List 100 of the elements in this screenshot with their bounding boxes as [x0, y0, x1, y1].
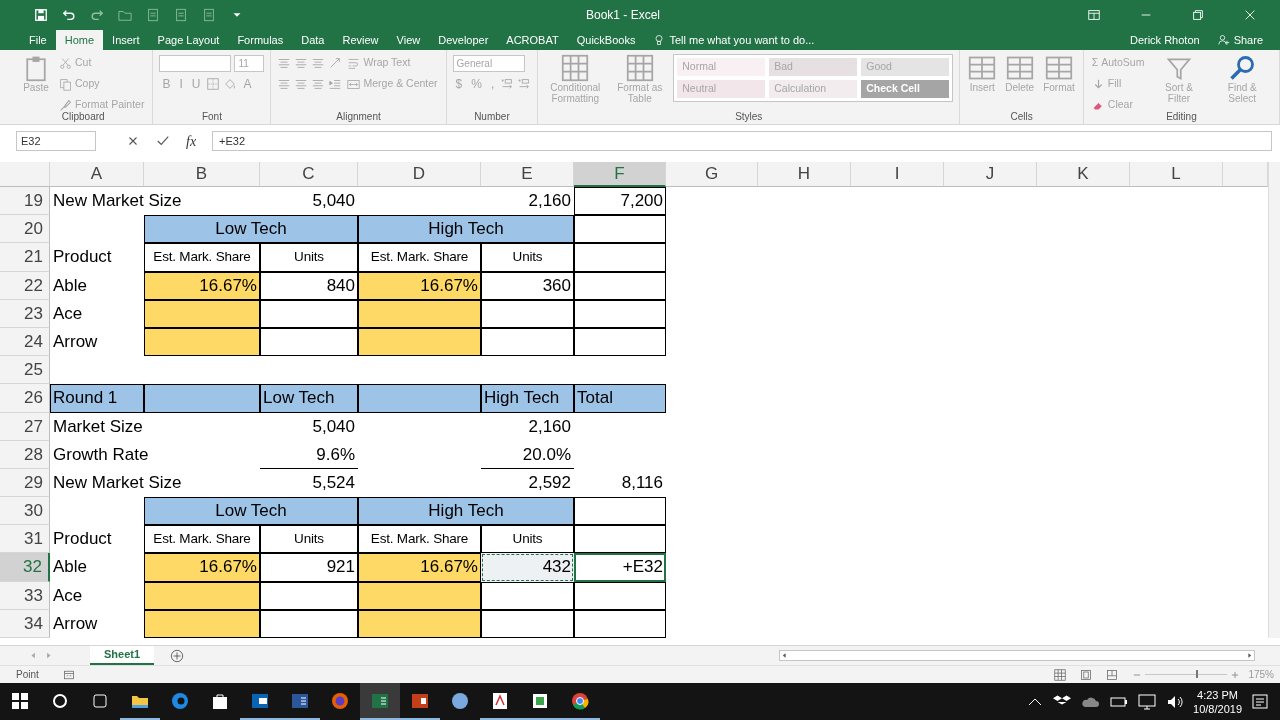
windows-logo-icon[interactable]: [10, 690, 30, 711]
share-button[interactable]: Share: [1208, 30, 1272, 50]
name-box[interactable]: E32: [16, 131, 96, 151]
sheet-cell: Low Tech: [144, 215, 358, 244]
sheet-cell: 840: [260, 271, 358, 300]
sheet-cell: Est. Mark. Share: [358, 525, 481, 554]
horizontal-scrollbar[interactable]: [779, 650, 1256, 661]
column-header[interactable]: K: [1037, 162, 1130, 187]
ribbon-display-icon[interactable]: [1087, 8, 1101, 22]
row-header[interactable]: 25: [0, 356, 50, 385]
row-header[interactable]: 24: [0, 327, 50, 357]
ribbon-tab[interactable]: Review: [333, 30, 388, 50]
check-icon[interactable]: [156, 134, 170, 148]
undo-icon[interactable]: [62, 8, 76, 22]
macro-icon[interactable]: [62, 668, 75, 681]
column-header[interactable]: H: [758, 162, 851, 187]
person-icon: [1217, 34, 1230, 46]
ribbon-tab[interactable]: Home: [55, 30, 104, 50]
sheet-cell: 20.0%: [481, 440, 574, 469]
add-icon[interactable]: [170, 648, 185, 663]
row-header[interactable]: 19: [0, 187, 50, 216]
row-header[interactable]: 32: [0, 553, 50, 582]
page-icon[interactable]: [202, 8, 216, 22]
column-header[interactable]: I: [851, 162, 944, 187]
ribbon-tab[interactable]: Formulas: [228, 30, 293, 50]
restore-icon[interactable]: [1191, 8, 1205, 22]
sheet-cell: Est. Mark. Share: [144, 525, 260, 554]
table-grid-icon: [625, 54, 654, 82]
clock-date: 10/8/2019: [1193, 701, 1242, 716]
column-header[interactable]: C: [260, 162, 358, 187]
clock-time: 4:23 PM: [1196, 687, 1239, 702]
sheet-cell: 16.67%: [358, 553, 481, 582]
row-header[interactable]: 22: [0, 271, 50, 300]
notification-icon[interactable]: [1250, 691, 1270, 712]
column-header[interactable]: D: [358, 162, 481, 187]
function-button[interactable]: fx: [186, 130, 197, 152]
group-label: Cells: [1009, 110, 1034, 123]
monitor-icon[interactable]: [1137, 691, 1158, 712]
row-header[interactable]: 20: [0, 215, 50, 244]
column-header[interactable]: G: [666, 162, 758, 187]
row-header[interactable]: 27: [0, 412, 50, 441]
column-header[interactable]: J: [944, 162, 1037, 187]
sheet-cell-text: 5,040: [311, 415, 356, 438]
ribbon-tab[interactable]: QuickBooks: [567, 30, 645, 50]
save-icon[interactable]: [34, 8, 48, 22]
lightbulb-icon: [653, 34, 666, 46]
page-layout-icon[interactable]: [1080, 668, 1093, 681]
ribbon-tab[interactable]: Insert: [103, 30, 149, 50]
user-name: Derick Rhoton: [1128, 33, 1201, 48]
cells-grid-icon: [1005, 54, 1034, 82]
column-header[interactable]: B: [144, 162, 260, 187]
sheet-cell-text: 2,592: [527, 471, 572, 494]
sheet-cell: 16.67%: [144, 553, 260, 582]
ribbon-tab[interactable]: ACROBAT: [497, 30, 568, 50]
close-icon[interactable]: [1243, 8, 1257, 22]
document-icon: [490, 690, 510, 711]
redo-icon[interactable]: [90, 8, 104, 22]
row-header[interactable]: 33: [0, 581, 50, 610]
tell-me-button[interactable]: Tell me what you want to do...: [644, 30, 824, 50]
sheet-cell: Low Tech: [260, 384, 358, 413]
page-break-icon[interactable]: [1106, 668, 1119, 681]
row-header[interactable]: 29: [0, 468, 50, 498]
column-header[interactable]: E: [481, 162, 574, 187]
ribbon-tab[interactable]: Developer: [429, 30, 498, 50]
group-label: Alignment: [335, 110, 382, 123]
sheet-tab[interactable]: Sheet1: [90, 646, 155, 665]
row-header[interactable]: 26: [0, 384, 50, 413]
page-icon[interactable]: [146, 8, 160, 22]
sheet-cell-text: Ace: [52, 302, 84, 325]
ribbon-tab[interactable]: Data: [292, 30, 334, 50]
column-header[interactable]: A: [50, 162, 144, 187]
sheet-cell-text: Product: [52, 246, 113, 269]
row-header[interactable]: 31: [0, 525, 50, 554]
ribbon-tab[interactable]: File: [20, 30, 56, 50]
page-icon[interactable]: [174, 8, 188, 22]
plus-icon[interactable]: [1230, 669, 1241, 680]
row-header[interactable]: 34: [0, 609, 50, 638]
ribbon-tab[interactable]: View: [387, 30, 430, 50]
sheet-cell: Est. Mark. Share: [358, 243, 481, 272]
formula-field[interactable]: +E32: [212, 131, 1272, 151]
sheet-cell: Low Tech: [144, 497, 358, 526]
vertical-scrollbar[interactable]: [1268, 162, 1280, 638]
sheet-cell: Units: [260, 243, 358, 272]
sheet-cell-text: 2,160: [527, 190, 572, 212]
column-header[interactable]: L: [1130, 162, 1223, 187]
zoom-slider-thumb[interactable]: [1196, 670, 1199, 678]
row-header[interactable]: 30: [0, 497, 50, 526]
row-header[interactable]: 23: [0, 299, 50, 328]
table-grid-icon[interactable]: [1054, 668, 1067, 681]
wrap-lines-icon: [347, 56, 361, 70]
ribbon-tab[interactable]: Page Layout: [148, 30, 229, 50]
cell-edit-field[interactable]: +E32: [574, 553, 666, 582]
column-header[interactable]: F: [574, 162, 666, 187]
sheet-cell: Units: [260, 525, 358, 554]
group-label: Font: [200, 110, 223, 123]
sheet-cell-text: Arrow: [52, 330, 99, 353]
row-header[interactable]: 21: [0, 243, 50, 272]
row-header[interactable]: 28: [0, 440, 50, 469]
folder-icon[interactable]: [118, 8, 132, 22]
sheet-cell: Units: [481, 525, 574, 554]
